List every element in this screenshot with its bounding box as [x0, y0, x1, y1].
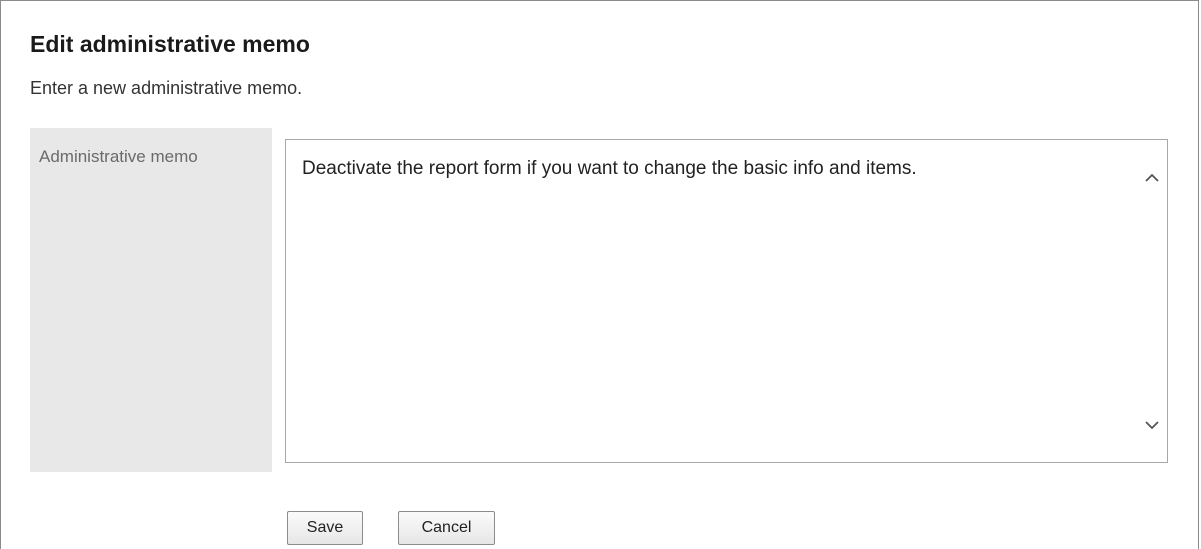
- page-title: Edit administrative memo: [30, 31, 310, 57]
- cancel-button[interactable]: Cancel: [398, 511, 495, 545]
- chevron-up-icon[interactable]: [1143, 168, 1161, 186]
- memo-label: Administrative memo: [39, 147, 198, 166]
- chevron-down-icon[interactable]: [1143, 416, 1161, 434]
- page-description: Enter a new administrative memo.: [30, 78, 303, 98]
- memo-scrollbar[interactable]: [1137, 140, 1167, 462]
- memo-textarea[interactable]: Deactivate the report form if you want t…: [286, 140, 1136, 462]
- dialog-frame: Edit administrative memo Enter a new adm…: [0, 0, 1199, 549]
- memo-textarea-container: Deactivate the report form if you want t…: [285, 139, 1168, 463]
- memo-label-cell: Administrative memo: [30, 128, 272, 472]
- save-button[interactable]: Save: [287, 511, 363, 545]
